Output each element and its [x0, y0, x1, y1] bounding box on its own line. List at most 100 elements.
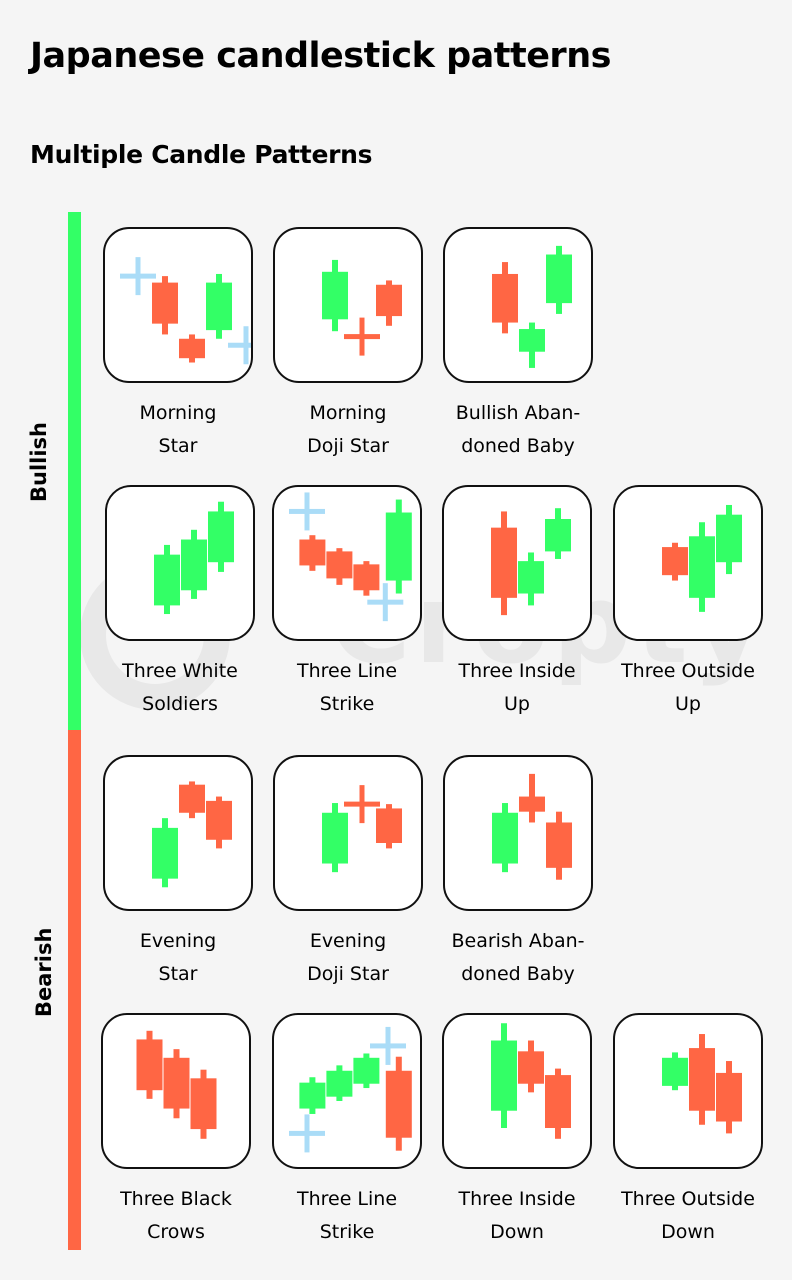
bullish-candle [322, 812, 348, 864]
bearish-candle [163, 1057, 190, 1109]
pattern-card: Three Inside Down [442, 1013, 592, 1243]
bullish-candle [716, 514, 742, 563]
pattern-illustration [273, 227, 423, 383]
pattern-illustration [442, 1013, 592, 1169]
candlestick-chart [152, 781, 232, 888]
bullish-candle [152, 827, 178, 879]
bullish-candle [519, 329, 545, 352]
bullish-indicator-bar [68, 212, 81, 730]
bearish-indicator-bar [68, 730, 81, 1250]
pattern-card: Three Outside Up [613, 485, 763, 715]
pattern-label: Bullish Aban- doned Baby [455, 402, 581, 457]
pattern-illustration [613, 485, 763, 641]
pattern-illustration [443, 755, 593, 911]
bullish-candle [208, 511, 234, 563]
pattern-label: Three White Soldiers [122, 660, 238, 715]
bearish-candle [179, 338, 205, 359]
pattern-label: Three Line Strike [296, 1188, 398, 1243]
pattern-label: Morning Star [139, 402, 217, 457]
candlestick-chart [492, 773, 572, 880]
bearish-candle [376, 284, 402, 317]
bearish-candle [519, 796, 545, 812]
section-subtitle: Multiple Candle Patterns [30, 140, 373, 169]
bullish-candle [662, 1057, 688, 1086]
candlestick-chart [662, 504, 742, 612]
doji-candle [344, 317, 380, 356]
bearish-candle [376, 808, 402, 843]
bearish-candle [492, 273, 518, 323]
pattern-illustration [105, 485, 255, 641]
candlestick-chart [492, 245, 572, 368]
bearish-candle [716, 1072, 742, 1122]
bullish-candle [385, 512, 412, 581]
pattern-card: Three Line Strike [272, 1013, 422, 1243]
bullish-candle [322, 271, 348, 320]
bearish-candle [353, 564, 380, 591]
pattern-label: Bearish Aban- doned Baby [451, 930, 585, 985]
doji-candle [344, 785, 380, 824]
bearish-candle [662, 547, 688, 576]
pattern-card: Three Line Strike [272, 485, 422, 715]
candlestick-chart [322, 785, 402, 873]
bearish-label: Bearish [32, 927, 56, 1017]
bearish-candle [136, 1039, 163, 1091]
pattern-card: Three Inside Up [442, 485, 592, 715]
bearish-candle [545, 1075, 571, 1128]
bearish-candle [546, 822, 572, 868]
pattern-illustration [273, 755, 423, 911]
pattern-illustration [272, 1013, 422, 1169]
pattern-label: Three Line Strike [296, 660, 398, 715]
pattern-label: Three Inside Up [458, 660, 576, 715]
pattern-illustration [443, 227, 593, 383]
candlestick-chart [120, 257, 251, 365]
candlestick-chart [136, 1030, 217, 1139]
pattern-label: Morning Doji Star [307, 402, 389, 457]
pattern-label: Three Black Crows [120, 1188, 232, 1243]
bullish-candle [206, 282, 232, 331]
pattern-illustration [103, 755, 253, 911]
candlestick-chart [491, 1023, 571, 1139]
bullish-candle [491, 1040, 517, 1111]
bullish-label: Bullish [27, 421, 51, 502]
candlestick-chart [662, 1034, 742, 1134]
doji-cross-icon [289, 492, 325, 531]
candlestick-chart [154, 501, 234, 615]
pattern-card: Morning Doji Star [273, 227, 423, 457]
bearish-candle [190, 1078, 217, 1130]
bearish-candle [385, 1070, 412, 1138]
bearish-candle [518, 1051, 544, 1084]
pattern-card: Evening Doji Star [273, 755, 423, 985]
doji-cross-icon [228, 326, 251, 365]
pattern-card: Morning Star [103, 227, 253, 457]
bearish-candle [299, 539, 326, 566]
bullish-candle [181, 539, 207, 591]
bullish-candle [326, 1070, 353, 1097]
bullish-candle [546, 254, 572, 304]
pattern-label: Three Inside Down [458, 1188, 576, 1243]
candlestick-chart [289, 492, 412, 622]
page-title: Japanese candlestick patterns [30, 36, 611, 76]
bullish-candle [545, 519, 571, 552]
pattern-illustration [613, 1013, 763, 1169]
pattern-illustration [103, 227, 253, 383]
pattern-label: Three Outside Up [621, 660, 755, 715]
doji-cross-icon [289, 1114, 325, 1153]
pattern-card: Three Outside Down [613, 1013, 763, 1243]
pattern-label: Evening Doji Star [307, 930, 389, 985]
pattern-card: Three White Soldiers [105, 485, 255, 715]
candlestick-chart [491, 508, 571, 616]
bullish-candle [492, 812, 518, 864]
pattern-card: Bullish Aban- doned Baby [443, 227, 593, 457]
candlestick-chart [322, 259, 402, 356]
bullish-candle [689, 536, 715, 598]
pattern-illustration [101, 1013, 251, 1169]
bullish-candle [299, 1082, 326, 1109]
bearish-candle [491, 527, 517, 598]
bullish-candle [154, 554, 180, 606]
pattern-card: Bearish Aban- doned Baby [443, 755, 593, 985]
bearish-candle [179, 784, 205, 813]
candlestick-chart [289, 1026, 412, 1153]
bearish-candle [689, 1048, 715, 1111]
pattern-card: Evening Star [103, 755, 253, 985]
pattern-card: Three Black Crows [101, 1013, 251, 1243]
